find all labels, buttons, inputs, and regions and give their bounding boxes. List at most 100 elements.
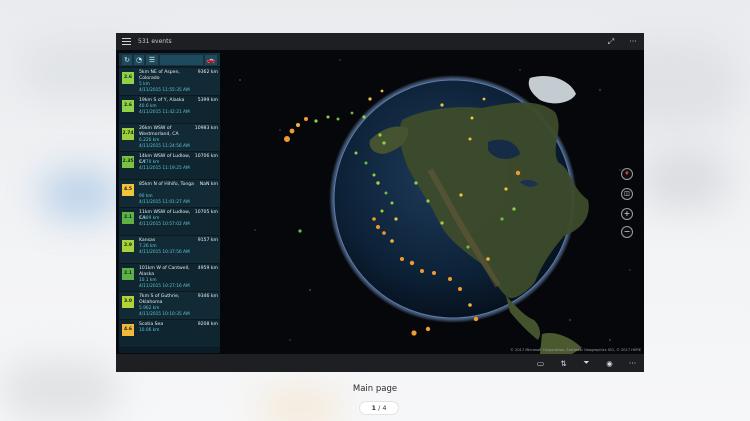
ellipsis-icon[interactable]: ··· [622,37,644,46]
hamburger-icon[interactable] [118,33,134,50]
location-icon[interactable]: ◉ [598,359,621,368]
event-time: 4/11/2015 11:24:56 AM [139,143,190,149]
earthquake-marker[interactable] [459,193,463,197]
earthquake-marker[interactable] [425,326,431,332]
event-time: 4/11/2015 11:01:27 AM [139,199,190,205]
earthquake-marker[interactable] [500,217,504,221]
magnitude-badge: 2.1 [122,268,134,280]
earthquake-marker[interactable] [426,199,430,203]
filter-icon[interactable]: ⏷ [575,358,598,368]
event-depth: 10.1 km [139,278,157,283]
earthquake-marker[interactable] [440,221,444,225]
earthquake-marker[interactable] [440,103,444,107]
earthquake-marker[interactable] [515,170,521,176]
earthquake-marker[interactable] [350,111,354,115]
list-icon[interactable]: ☰ [146,54,158,65]
globe-svg[interactable] [220,50,644,354]
earthquake-marker[interactable] [470,116,474,120]
earthquake-marker[interactable] [362,115,366,119]
earthquake-marker[interactable] [326,115,330,119]
earthquake-marker[interactable] [372,173,376,177]
refresh-icon[interactable]: ↻ [122,54,132,65]
greenland-landmass [528,75,576,104]
event-time: 4/11/2015 10:10:35 AM [139,311,190,317]
earthquake-marker[interactable] [384,191,388,195]
event-list-item[interactable]: 2.6 5km NE of Aspen, Colorado 9362 km 5 km 4… [119,68,220,96]
earthquake-marker[interactable] [382,141,386,145]
earthquake-marker[interactable] [420,269,424,273]
event-list-item[interactable]: 2.35 14km WSW of Ludlow, CA 10706 km 7.770 … [119,152,220,180]
earthquake-marker[interactable] [411,330,417,336]
earthquake-marker[interactable] [380,209,384,213]
earthquake-marker[interactable] [466,245,470,249]
earthquake-marker[interactable] [468,137,472,141]
earthquake-marker[interactable] [364,161,368,165]
earthquake-marker[interactable] [378,133,382,137]
earthquake-marker[interactable] [314,119,318,123]
earthquake-marker[interactable] [504,187,508,191]
earthquake-marker[interactable] [414,181,418,185]
earthquake-marker[interactable] [482,97,486,101]
earthquake-marker[interactable] [284,136,290,142]
ellipsis-icon[interactable]: ··· [621,359,644,368]
earthquake-marker[interactable] [382,231,386,235]
earthquake-marker[interactable] [289,128,295,134]
earthquake-marker[interactable] [298,229,302,233]
earthquake-marker[interactable] [376,181,380,185]
earthquake-marker[interactable] [380,89,384,93]
earthquake-marker[interactable] [390,201,394,205]
zoom-in-button[interactable]: + [621,208,633,220]
earthquake-marker[interactable] [400,257,404,261]
compass-button[interactable]: ♦ [621,168,633,180]
event-distance: 9362 km [197,70,218,75]
earthquake-marker[interactable] [304,117,308,121]
event-distance: 5399 km [197,98,218,103]
earthquake-marker[interactable] [354,151,358,155]
tilt-button[interactable]: ◫ [621,188,633,200]
expand-icon[interactable]: ⤢ [600,37,622,47]
earthquake-marker[interactable] [458,287,462,291]
event-list: 2.6 5km NE of Aspen, Colorado 9362 km 5 km 4… [119,68,220,348]
event-time: 4/11/2015 10:37:56 AM [139,249,190,255]
sort-icon[interactable]: ⇅ [552,359,575,368]
event-time: 4/11/2015 11:55:35 AM [139,87,190,93]
earthquake-marker[interactable] [372,217,376,221]
magnitude-badge: 2.9 [122,240,134,252]
event-depth: 90 km [139,194,153,199]
page-caption: Main page [352,384,398,394]
event-list-item[interactable]: 4.6 Scotia Sea 9208 km 10.06 km [119,320,220,348]
event-list-item[interactable]: 3.0 7km S of Guthrie, Oklahoma 9346 km 5.96… [119,292,220,320]
car-icon[interactable]: 🚗 [205,54,217,65]
clock-icon[interactable]: ◔ [134,54,144,65]
earthquake-marker[interactable] [376,225,380,229]
earthquake-marker[interactable] [512,207,516,211]
pager-total: 4 [382,404,387,412]
zoom-out-button[interactable]: − [621,226,633,238]
event-list-item[interactable]: 4.5 85km N of Hihifo, Tonga NaN km 90 km 4/1… [119,180,220,208]
earthquake-marker[interactable] [390,239,394,243]
earthquake-marker[interactable] [368,97,372,101]
earthquake-marker[interactable] [468,303,472,307]
earthquake-marker[interactable] [409,260,415,266]
page-indicator[interactable]: 1 / 4 [360,402,398,414]
earthquake-marker[interactable] [336,117,340,121]
magnitude-badge: 4.5 [122,184,134,196]
map-view-icon[interactable]: ▭ [529,359,552,368]
earthquake-marker[interactable] [394,217,398,221]
globe-map[interactable]: © 2017 Microsoft Corporation, Earthstar … [220,50,644,354]
event-list-item[interactable]: 2.74 26km WSW of Westmorland, CA 10983 km 6… [119,124,220,152]
event-place: 26km WSW of Westmorland, CA [139,126,179,137]
earthquake-marker[interactable] [448,277,452,281]
event-list-item[interactable]: 2.1 11km WSW of Ludlow, CA 10705 km 1.389 k… [119,208,220,236]
earthquake-marker[interactable] [473,316,479,322]
earthquake-marker[interactable] [486,257,490,261]
event-list-item[interactable]: 2.6 19km S of Y, Alaska 5399 km 40.6 km 4/11… [119,96,220,124]
earthquake-marker[interactable] [432,271,436,275]
event-distance: 9157 km [197,238,218,243]
magnitude-badge: 2.6 [122,72,134,84]
earthquake-marker[interactable] [296,123,300,127]
event-depth: 7.770 km [139,160,160,165]
event-list-item[interactable]: 2.1 101km W of Cantwell, Alaska 4959 km 10.… [119,264,220,292]
event-distance: 4959 km [197,266,218,271]
event-list-item[interactable]: 2.9 Kansas 9157 km 7.26 km 4/11/2015 10:37:5… [119,236,220,264]
